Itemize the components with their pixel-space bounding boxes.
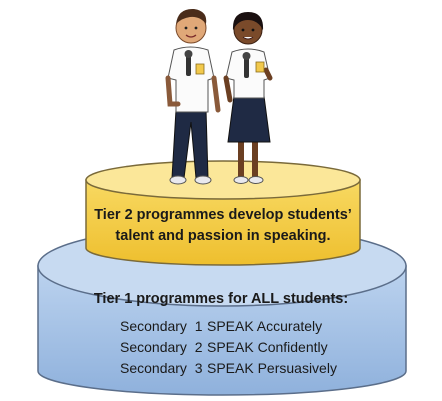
tier2-label: Tier 2 programmes develop students’ tale… <box>88 205 358 247</box>
tier1-row-level: Secondary 2 <box>120 339 203 355</box>
tier2-label-line1: Tier 2 programmes develop students’ <box>94 207 352 223</box>
tier1-title: Tier 1 programmes for ALL students: <box>93 291 349 307</box>
tier1-row-goal: SPEAK Persuasively <box>207 360 337 376</box>
tier1-row-goal: SPEAK Confidently <box>207 339 328 355</box>
boy-student-figure <box>165 8 221 185</box>
tier1-row-level: Secondary 1 <box>120 318 203 334</box>
tier1-row-level: Secondary 3 <box>120 360 203 376</box>
tier2-label-line2: talent and passion in speaking. <box>115 228 331 244</box>
tier1-row-goal: SPEAK Accurately <box>207 318 323 334</box>
girl-student-figure <box>223 12 273 184</box>
